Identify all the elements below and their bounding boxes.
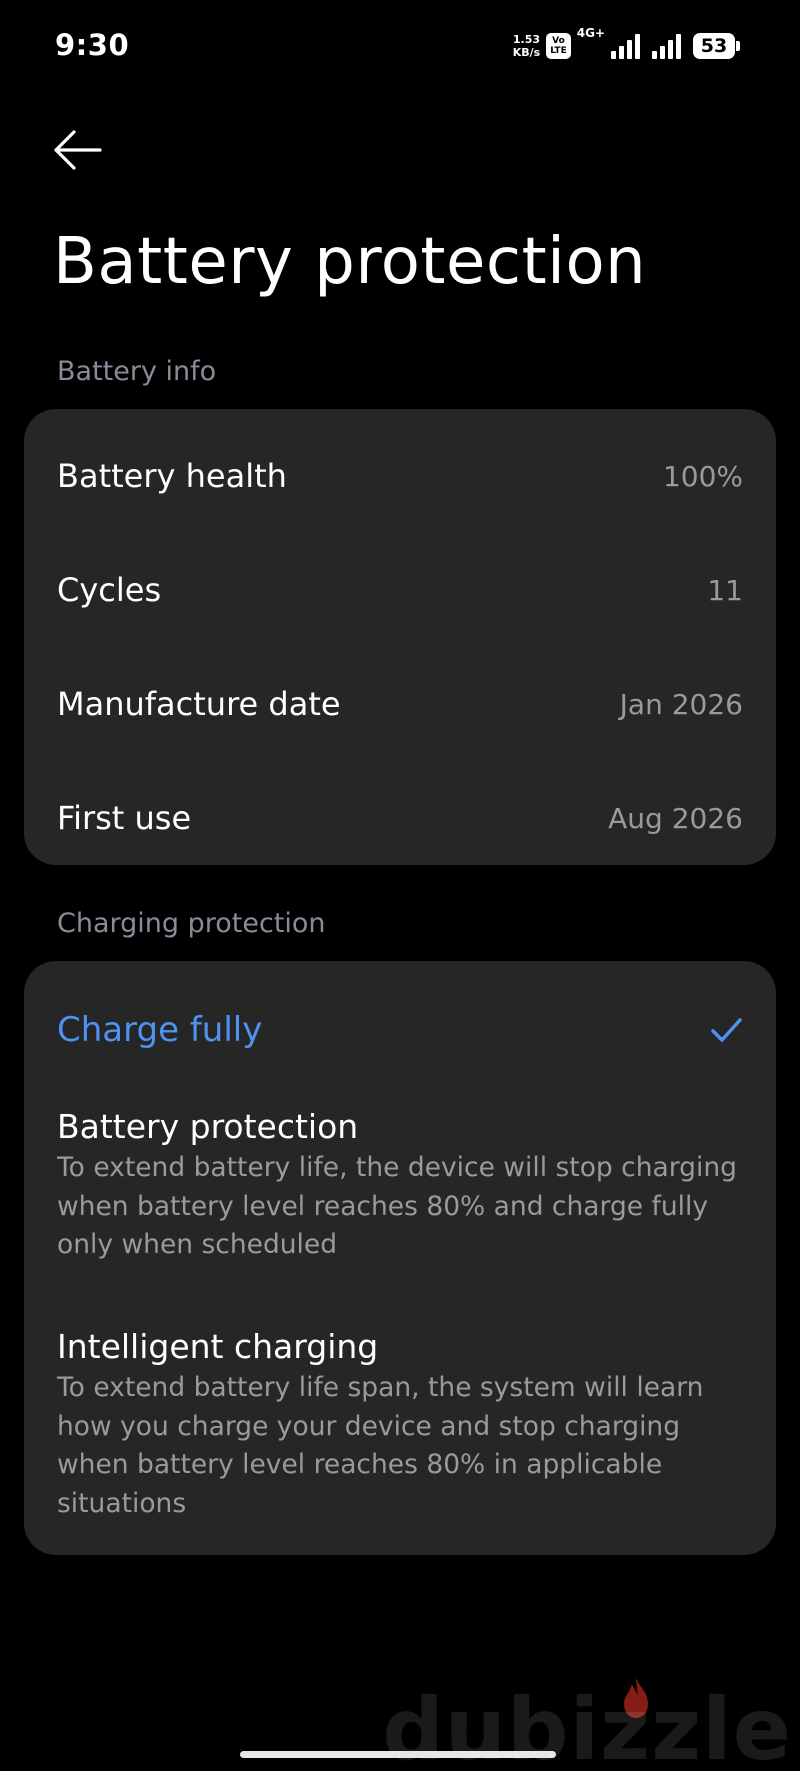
option-battery-protection-description: To extend battery life, the device will … — [57, 1152, 737, 1260]
checkmark-icon — [711, 1018, 742, 1042]
manufacture-date-value: Jan 2026 — [619, 687, 743, 721]
battery-health-label: Battery health — [57, 457, 287, 495]
option-charge-fully-title: Charge fully — [57, 1010, 263, 1050]
battery-info-card: Battery health 100% Cycles 11 Manufactur… — [24, 409, 776, 865]
option-charge-fully[interactable]: Charge fully — [24, 993, 776, 1067]
battery-icon: 53 — [693, 33, 740, 59]
status-icons: 1.53 KB/s Vo LTE 4G+ 53 — [513, 26, 740, 64]
option-intelligent-charging[interactable]: Intelligent charging To extend battery l… — [57, 1327, 747, 1523]
cycles-label: Cycles — [57, 571, 162, 609]
network-speed-unit: KB/s — [512, 46, 541, 59]
battery-protection-screen: 9:30 1.53 KB/s Vo LTE 4G+ 53 Battery pro… — [0, 0, 800, 1771]
network-speed: 1.53 KB/s — [513, 33, 540, 59]
home-indicator[interactable] — [240, 1751, 556, 1758]
option-intelligent-charging-title: Intelligent charging — [57, 1327, 379, 1366]
charging-protection-card: Charge fully Battery protection To exten… — [24, 961, 776, 1555]
status-bar: 9:30 1.53 KB/s Vo LTE 4G+ 53 — [0, 0, 800, 90]
section-label-charging-protection: Charging protection — [57, 908, 326, 939]
option-intelligent-charging-description: To extend battery life span, the system … — [57, 1372, 704, 1519]
network-speed-value: 1.53 — [512, 33, 541, 46]
option-battery-protection[interactable]: Battery protection To extend battery lif… — [57, 1107, 747, 1265]
section-label-battery-info: Battery info — [57, 356, 217, 387]
signal-strength-icon — [611, 33, 640, 59]
network-type: 4G+ — [576, 26, 605, 40]
back-button[interactable] — [48, 124, 108, 176]
volte-bottom: LTE — [550, 46, 567, 56]
manufacture-date-row: Manufacture date Jan 2026 — [24, 669, 776, 739]
first-use-row: First use Aug 2026 — [24, 783, 776, 853]
option-battery-protection-title: Battery protection — [57, 1107, 359, 1146]
signal-strength-icon-2 — [652, 33, 681, 59]
volte-icon: Vo LTE — [546, 33, 571, 59]
cycles-value: 11 — [707, 573, 743, 607]
battery-health-value: 100% — [662, 459, 743, 493]
battery-level: 53 — [693, 33, 735, 59]
battery-health-row: Battery health 100% — [24, 441, 776, 511]
cycles-row: Cycles 11 — [24, 555, 776, 625]
status-time: 9:30 — [55, 28, 130, 62]
page-title: Battery protection — [53, 225, 647, 299]
arrow-left-icon — [54, 130, 102, 170]
volte-top: Vo — [552, 36, 565, 46]
first-use-label: First use — [57, 799, 192, 837]
manufacture-date-label: Manufacture date — [57, 685, 341, 723]
first-use-value: Aug 2026 — [608, 801, 743, 835]
